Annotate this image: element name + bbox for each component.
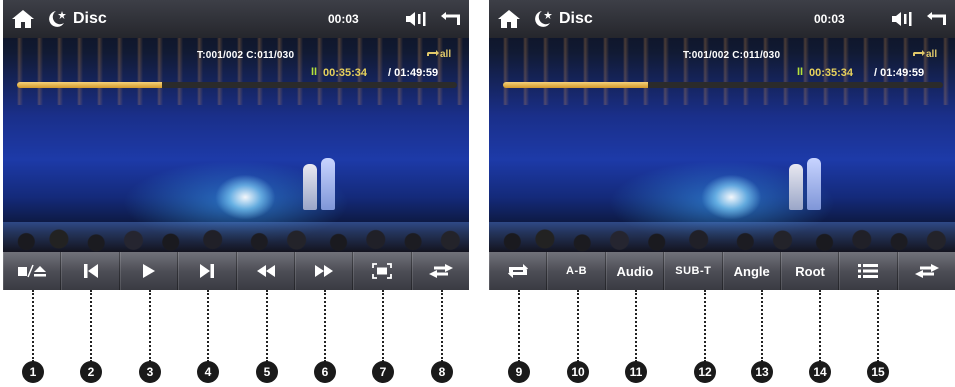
stop-eject-button[interactable] (3, 252, 62, 290)
callout-badge: 4 (197, 361, 219, 383)
repeat-icon (508, 264, 529, 278)
total-time: / 01:49:59 (388, 67, 439, 79)
callout-badge: 1 (22, 361, 44, 383)
home-icon[interactable] (497, 9, 521, 29)
clock: 00:03 (814, 12, 845, 26)
player-screen-options: Disc 00:03 T:001/002 C:011/030 all II 00… (489, 0, 955, 290)
leader-line (635, 290, 637, 362)
stop-eject-icon (18, 264, 47, 278)
source-label: Disc (73, 10, 107, 27)
callout-badge: 8 (431, 361, 453, 383)
progress-fill (503, 82, 649, 88)
leader-line (518, 290, 520, 362)
leader-line (266, 290, 268, 362)
repeat-button[interactable] (489, 252, 548, 290)
callout-badge: 14 (809, 361, 831, 383)
callout-badge: 10 (567, 361, 589, 383)
control-bar (3, 252, 469, 290)
next-button[interactable] (178, 252, 237, 290)
list-icon (858, 264, 879, 278)
track-chapter-info: T:001/002 C:011/030 (197, 50, 295, 61)
performer (321, 158, 335, 210)
play-icon (142, 264, 155, 278)
clock: 00:03 (328, 12, 359, 26)
callout-badge: 9 (508, 361, 530, 383)
subtitle-button[interactable]: SUB-T (664, 252, 723, 290)
fast-forward-button[interactable] (294, 252, 354, 290)
performer (807, 158, 821, 210)
leader-line (761, 290, 763, 362)
performer (303, 164, 317, 210)
track-chapter-info: T:001/002 C:011/030 (683, 50, 781, 61)
zoom-button[interactable] (353, 252, 412, 290)
leader-line (324, 290, 326, 362)
back-icon[interactable] (925, 10, 947, 28)
leader-line (207, 290, 209, 362)
callout-badge: 6 (314, 361, 336, 383)
leader-line (704, 290, 706, 362)
repeat-icon (913, 50, 925, 57)
back-icon[interactable] (439, 10, 461, 28)
leader-line (382, 290, 384, 362)
moon-star-icon (535, 11, 552, 27)
crowd (3, 226, 469, 252)
callout-badge: 15 (867, 361, 889, 383)
home-icon[interactable] (11, 9, 35, 29)
callout-badge: 2 (80, 361, 102, 383)
crowd (489, 226, 955, 252)
control-bar: A-B Audio SUB-T Angle Root (489, 252, 955, 290)
play-button[interactable] (119, 252, 179, 290)
leader-line (90, 290, 92, 362)
leader-line (877, 290, 879, 362)
progress-bar[interactable] (17, 82, 457, 88)
repeat-mode-label: all (440, 49, 452, 60)
leader-line (819, 290, 821, 362)
callout-badge: 12 (694, 361, 716, 383)
progress-bar[interactable] (503, 82, 943, 88)
pause-icon: II (311, 66, 318, 78)
volume-icon[interactable] (405, 11, 427, 27)
switch-page-button[interactable] (411, 252, 469, 290)
volume-icon[interactable] (891, 11, 913, 27)
root-button[interactable]: Root (780, 252, 840, 290)
pause-icon: II (797, 66, 804, 78)
callout-badge: 3 (139, 361, 161, 383)
progress-fill (17, 82, 163, 88)
repeat-icon (427, 50, 439, 57)
swap-arrows-icon (914, 264, 939, 278)
previous-button[interactable] (61, 252, 120, 290)
switch-page-button[interactable] (897, 252, 955, 290)
callout-badge: 7 (372, 361, 394, 383)
status-bar: Disc 00:03 (489, 0, 955, 38)
repeat-mode-indicator: all (426, 49, 451, 60)
skip-previous-icon (83, 264, 98, 278)
rewind-icon (256, 265, 275, 277)
total-time: / 01:49:59 (874, 67, 925, 79)
status-bar: Disc 00:03 (3, 0, 469, 38)
menu-button[interactable] (839, 252, 898, 290)
callout-badge: 5 (256, 361, 278, 383)
repeat-mode-indicator: all (912, 49, 937, 60)
callout-badge: 11 (625, 361, 647, 383)
fast-forward-icon (315, 265, 334, 277)
callout-badge: 13 (751, 361, 773, 383)
repeat-mode-label: all (926, 49, 938, 60)
player-screen-playback: Disc 00:03 T:001/002 C:011/030 all II 00… (3, 0, 469, 290)
leader-line (441, 290, 443, 362)
elapsed-time: 00:35:34 (323, 67, 368, 79)
swap-arrows-icon (428, 264, 453, 278)
a-b-button[interactable]: A-B (547, 252, 606, 290)
source-label: Disc (559, 10, 593, 27)
leader-line (149, 290, 151, 362)
leader-line (32, 290, 34, 362)
audio-button[interactable]: Audio (605, 252, 665, 290)
performer (789, 164, 803, 210)
angle-button[interactable]: Angle (722, 252, 781, 290)
elapsed-time: 00:35:34 (809, 67, 854, 79)
leader-line (577, 290, 579, 362)
moon-star-icon (49, 11, 66, 27)
zoom-frame-icon (372, 263, 393, 279)
rewind-button[interactable] (236, 252, 295, 290)
skip-next-icon (200, 264, 215, 278)
